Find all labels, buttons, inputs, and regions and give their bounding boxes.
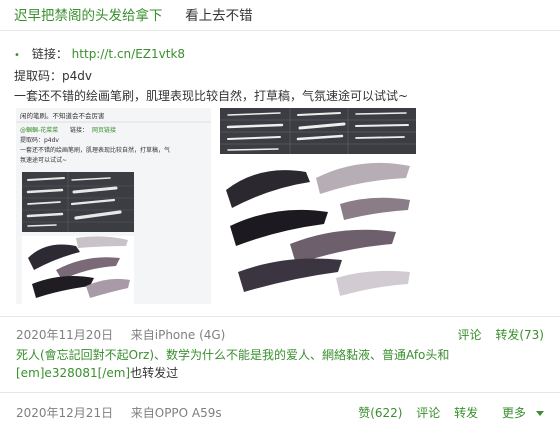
post-image-2-art xyxy=(220,108,416,304)
extraction-code: 提取码：p4dv xyxy=(14,69,92,83)
thumb-desc-1: 一套还不错的绘画笔刷，肌理表现比较自然，打草稿，气 xyxy=(20,146,170,154)
thumb-link-label: 链接： xyxy=(70,126,88,134)
post-date-1[interactable]: 2020年11月20日 xyxy=(16,328,113,342)
more-label: 更多 xyxy=(501,406,526,420)
post-body: • 链接： http://t.cn/EZ1vtk8 提取码：p4dv 一套还不错… xyxy=(14,44,544,106)
chevron-down-icon xyxy=(536,411,544,416)
thumb-desc-2: 氛速途可以试试~ xyxy=(20,156,67,164)
divider-middle xyxy=(0,316,560,317)
comment-button-2[interactable]: 评论 xyxy=(416,406,440,420)
more-button[interactable]: 更多 xyxy=(492,406,544,420)
post-description: 一套还不错的绘画笔刷，肌理表现比较自然，打草稿，气氛速途可以试试~ xyxy=(14,89,409,103)
post-title-note: 看上去不错 xyxy=(185,8,253,24)
thumb-code: 提取码：p4dv xyxy=(20,136,59,144)
post-source-2: 来自OPPO A59s xyxy=(130,406,222,420)
thumb-header: 闲的笔刷。不知道会不会厉害 xyxy=(20,111,105,120)
reposter-suffix: 也转发过 xyxy=(130,366,179,380)
link-label: 链接： xyxy=(31,47,68,61)
post-date-2[interactable]: 2020年12月21日 xyxy=(16,406,113,420)
reposter-emoji-code[interactable]: [em]e328081[/em] xyxy=(16,366,130,380)
post-actions-2: 赞(622) 评论 转发 更多 xyxy=(348,404,544,421)
comment-button-1[interactable]: 评论 xyxy=(458,328,482,342)
post-image-2[interactable] xyxy=(220,108,416,304)
divider-top xyxy=(0,30,560,31)
post-title-row: 迟早把禁阁的头发给拿下 看上去不错 xyxy=(14,4,253,24)
post-actions-1: 评论 转发(73) xyxy=(448,326,544,343)
post-image-1[interactable]: 闲的笔刷。不知道会不会厉害 @蝈蝈-花菜菜 链接： 网页链接 提取码：p4dv … xyxy=(16,108,211,304)
repost-button-1[interactable]: 转发(73) xyxy=(495,328,544,342)
divider-bottom xyxy=(0,392,560,393)
reposter-names[interactable]: 死人(會忘記回對不起Orz)、数学为什么不能是我的爱人、網絡黏液、普通Afo头和 xyxy=(16,348,449,362)
link-dot-icon: • xyxy=(14,50,20,61)
share-link[interactable]: http://t.cn/EZ1vtk8 xyxy=(72,47,185,61)
post-title-link[interactable]: 迟早把禁阁的头发给拿下 xyxy=(14,8,163,24)
like-button[interactable]: 赞(622) xyxy=(358,406,402,420)
thumb-link: 网页链接 xyxy=(92,126,116,134)
post-source-1: 来自iPhone (4G) xyxy=(130,328,226,342)
post-meta-1: 2020年11月20日 来自iPhone (4G) xyxy=(16,326,225,343)
link-line: • 链接： http://t.cn/EZ1vtk8 xyxy=(14,44,544,66)
thumb-user: @蝈蝈-花菜菜 xyxy=(20,126,58,134)
repost-button-2[interactable]: 转发 xyxy=(454,406,478,420)
post-image-1-art: 闲的笔刷。不知道会不会厉害 @蝈蝈-花菜菜 链接： 网页链接 提取码：p4dv … xyxy=(16,108,211,304)
post-meta-2: 2020年12月21日 来自OPPO A59s xyxy=(16,404,222,421)
reposters-list: 死人(會忘記回對不起Orz)、数学为什么不能是我的爱人、網絡黏液、普通Afo头和… xyxy=(16,346,546,382)
